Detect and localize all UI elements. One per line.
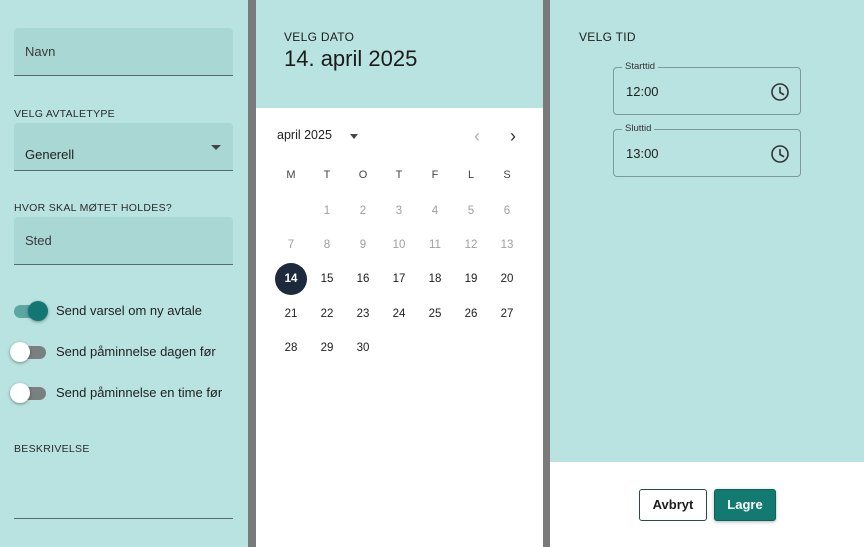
time-area: VELG TID Starttid 12:00 Sluttid 13:00	[550, 0, 864, 462]
date-picker-title: VELG DATO	[284, 30, 355, 44]
calendar-day[interactable]: 16	[347, 263, 379, 295]
chevron-right-icon: ›	[510, 126, 516, 146]
appointment-type-select[interactable]: Generell	[14, 123, 233, 171]
cancel-button[interactable]: Avbryt	[639, 489, 707, 521]
start-time-value: 12:00	[626, 84, 659, 99]
date-picker-header: VELG DATO 14. april 2025	[256, 0, 543, 108]
calendar-day[interactable]: 27	[491, 298, 523, 330]
appointment-type-label: VELG AVTALETYPE	[14, 108, 115, 120]
appointment-form-panel: Navn VELG AVTALETYPE Generell HVOR SKAL …	[0, 0, 248, 547]
end-time-label: Sluttid	[622, 123, 655, 134]
month-year-switch[interactable]: april 2025	[277, 128, 332, 142]
weekday-label: F	[431, 169, 439, 181]
switch-knob	[28, 301, 48, 321]
calendar-day[interactable]: 15	[311, 263, 343, 295]
switch-label: Send varsel om ny avtale	[56, 303, 202, 318]
description-label: BESKRIVELSE	[14, 443, 90, 455]
name-input-placeholder: Navn	[25, 44, 56, 59]
calendar-day[interactable]: 18	[419, 263, 451, 295]
calendar-day: 10	[392, 239, 406, 251]
selected-date-display: 14. april 2025	[284, 46, 418, 71]
appointment-type-value: Generell	[25, 147, 75, 162]
calendar-day[interactable]: 20	[491, 263, 523, 295]
calendar-day[interactable]: 19	[455, 263, 487, 295]
weekday-label: O	[358, 169, 368, 181]
location-input-placeholder: Sted	[25, 233, 52, 248]
calendar-day[interactable]: 22	[311, 298, 343, 330]
save-button[interactable]: Lagre	[714, 489, 776, 521]
dropdown-arrow-icon	[211, 145, 221, 150]
calendar-day: 8	[323, 239, 331, 251]
switch-knob	[10, 383, 30, 403]
next-month-button[interactable]: ›	[504, 126, 522, 146]
calendar-day[interactable]: 21	[275, 298, 307, 330]
calendar-day[interactable]: 17	[383, 263, 415, 295]
month-dropdown-icon[interactable]	[350, 134, 358, 139]
start-time-label: Starttid	[622, 61, 659, 72]
calendar-day-selected[interactable]: 14	[275, 263, 307, 295]
calendar-day[interactable]: 23	[347, 298, 379, 330]
calendar-day: 12	[464, 239, 478, 251]
name-input[interactable]: Navn	[14, 28, 233, 76]
calendar-day: 2	[359, 205, 367, 217]
clock-icon[interactable]	[770, 82, 790, 107]
end-time-value: 13:00	[626, 146, 659, 161]
calendar-day: 1	[323, 205, 331, 217]
chevron-left-icon: ‹	[474, 126, 480, 146]
calendar-day[interactable]: 26	[455, 298, 487, 330]
weekday-label: M	[286, 169, 296, 181]
calendar-day[interactable]: 30	[347, 332, 379, 364]
switch-knob	[10, 342, 30, 362]
description-input[interactable]	[14, 518, 233, 519]
calendar-day: 11	[429, 239, 441, 251]
time-picker-title: VELG TID	[579, 30, 636, 44]
clock-icon[interactable]	[770, 144, 790, 169]
location-input[interactable]: Sted	[14, 217, 233, 265]
weekday-label: T	[395, 169, 403, 181]
switch-label: Send påminnelse dagen før	[56, 344, 216, 359]
weekday-label: S	[503, 169, 511, 181]
calendar-day[interactable]: 29	[311, 332, 343, 364]
date-picker-panel: VELG DATO 14. april 2025 april 2025 ‹ › …	[256, 0, 543, 547]
start-time-field[interactable]: Starttid 12:00	[613, 61, 801, 115]
calendar-day[interactable]: 28	[275, 332, 307, 364]
calendar-day: 13	[500, 239, 514, 251]
time-picker-panel: VELG TID Starttid 12:00 Sluttid 13:00 Av	[550, 0, 864, 547]
calendar-day: 9	[359, 239, 367, 251]
calendar-day: 4	[431, 205, 439, 217]
calendar-day: 7	[287, 239, 295, 251]
calendar-day: 5	[467, 205, 475, 217]
calendar-day: 6	[503, 205, 511, 217]
calendar-day[interactable]: 25	[419, 298, 451, 330]
calendar-day: 3	[395, 205, 403, 217]
calendar-day[interactable]: 24	[383, 298, 415, 330]
end-time-field[interactable]: Sluttid 13:00	[613, 123, 801, 177]
previous-month-button[interactable]: ‹	[468, 126, 486, 146]
switch-label: Send påminnelse en time før	[56, 385, 223, 400]
weekday-label: T	[323, 169, 331, 181]
weekday-label: L	[467, 169, 475, 181]
location-label: HVOR SKAL MØTET HOLDES?	[14, 202, 173, 214]
